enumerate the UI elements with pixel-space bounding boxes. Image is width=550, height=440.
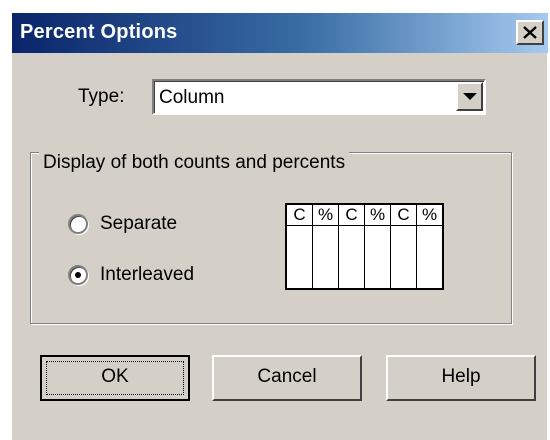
interleaved-radio-label[interactable]: Interleaved — [100, 264, 194, 286]
radio-selected-dot — [75, 272, 81, 278]
ok-button[interactable]: OK — [40, 355, 190, 401]
dropdown-arrow-icon — [463, 93, 477, 100]
preview-cell — [416, 225, 444, 290]
dialog-title: Percent Options — [20, 21, 178, 43]
close-button[interactable] — [516, 20, 544, 45]
cancel-button[interactable]: Cancel — [212, 355, 362, 401]
preview-cell — [285, 225, 313, 290]
type-dropdown[interactable]: Column — [152, 79, 486, 115]
cancel-button-label: Cancel — [257, 366, 317, 387]
title-bar[interactable]: Percent Options — [12, 13, 548, 53]
help-button[interactable]: Help — [386, 355, 536, 401]
separate-radio-label[interactable]: Separate — [100, 213, 177, 235]
preview-column-header: C — [285, 203, 313, 226]
preview-column-header: % — [312, 203, 339, 226]
preview-column-header: % — [364, 203, 391, 226]
preview-cell — [364, 225, 391, 290]
help-button-label: Help — [441, 366, 481, 387]
interleaved-radio[interactable] — [68, 265, 88, 285]
group-legend: Display of both counts and percents — [39, 152, 350, 174]
dropdown-arrow-button[interactable] — [456, 82, 483, 111]
ok-button-label: OK — [101, 366, 129, 387]
type-label: Type: — [78, 86, 125, 107]
preview-cell — [338, 225, 365, 290]
type-dropdown-value: Column — [159, 87, 225, 108]
preview-cell — [312, 225, 339, 290]
preview-column-header: % — [416, 203, 444, 226]
layout-preview-table: C % C % C % — [285, 203, 444, 290]
preview-column-header: C — [338, 203, 365, 226]
preview-column-header: C — [390, 203, 417, 226]
separate-radio[interactable] — [68, 214, 88, 234]
preview-cell — [390, 225, 417, 290]
close-icon — [523, 26, 537, 39]
